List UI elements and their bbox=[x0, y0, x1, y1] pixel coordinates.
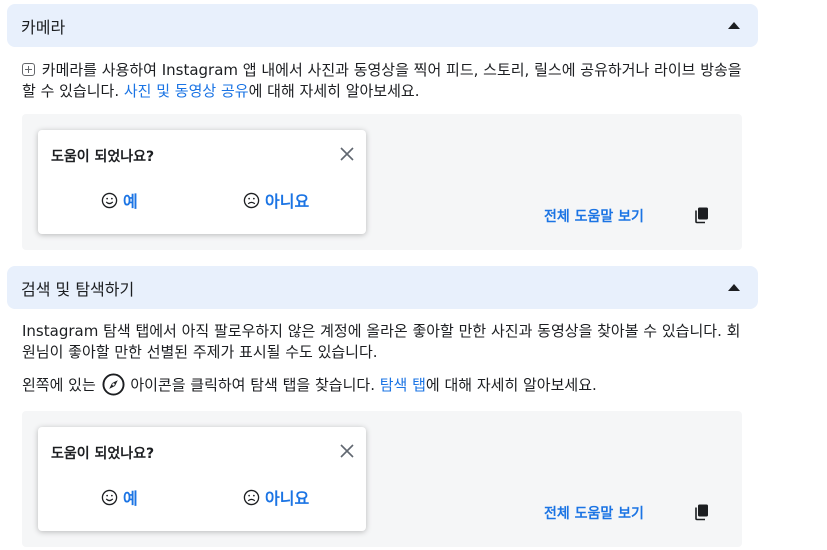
explore-tab-link[interactable]: 탐색 탭 bbox=[380, 376, 426, 394]
close-icon[interactable] bbox=[340, 147, 354, 161]
feedback-card: 도움이 되었나요? 예 아니요 bbox=[38, 427, 366, 531]
explore-instructions: 왼쪽에 있는 아이콘을 클릭하여 탐색 탭을 찾습니다. 탐색 탭에 대해 자세… bbox=[22, 373, 742, 396]
copy-icon[interactable] bbox=[693, 206, 711, 224]
feedback-card: 도움이 되었나요? 예 아니요 bbox=[38, 130, 366, 234]
smile-icon bbox=[101, 192, 118, 208]
frown-icon bbox=[243, 192, 260, 208]
feedback-area: 도움이 되었나요? 예 아니요 전체 도움말 보기 bbox=[22, 114, 742, 250]
photo-video-sharing-link[interactable]: 사진 및 동영상 공유 bbox=[124, 82, 249, 100]
feedback-question: 도움이 되었나요? bbox=[51, 446, 155, 462]
section-header-camera[interactable]: 카메라 bbox=[7, 4, 758, 47]
explore-text-prefix: 왼쪽에 있는 bbox=[22, 376, 101, 394]
feedback-area: 도움이 되었나요? 예 아니요 전체 도움말 보기 bbox=[22, 411, 742, 547]
see-all-help-link[interactable]: 전체 도움말 보기 bbox=[544, 206, 644, 226]
no-button[interactable]: 아니요 bbox=[243, 485, 309, 509]
plus-box-icon bbox=[22, 63, 35, 76]
section-title: 검색 및 탐색하기 bbox=[21, 279, 135, 299]
close-icon[interactable] bbox=[340, 444, 354, 458]
yes-label: 예 bbox=[123, 192, 138, 211]
copy-icon[interactable] bbox=[693, 503, 711, 521]
no-label: 아니요 bbox=[265, 192, 310, 211]
caret-up-icon[interactable] bbox=[728, 284, 740, 291]
see-all-help-link[interactable]: 전체 도움말 보기 bbox=[544, 503, 644, 523]
camera-description: 카메라를 사용하여 Instagram 앱 내에서 사진과 동영상을 찍어 피드… bbox=[22, 60, 742, 102]
explore-text-mid: 아이콘을 클릭하여 탐색 탭을 찾습니다. bbox=[125, 376, 380, 394]
section-title: 카메라 bbox=[21, 17, 66, 37]
caret-up-icon[interactable] bbox=[728, 22, 740, 29]
frown-icon bbox=[243, 489, 260, 505]
camera-text-suffix: 에 대해 자세히 알아보세요. bbox=[248, 82, 420, 100]
compass-icon bbox=[102, 373, 125, 396]
feedback-question: 도움이 되었나요? bbox=[51, 149, 155, 165]
no-button[interactable]: 아니요 bbox=[243, 188, 309, 212]
yes-label: 예 bbox=[123, 489, 138, 508]
yes-button[interactable]: 예 bbox=[101, 188, 138, 212]
explore-description: Instagram 탐색 탭에서 아직 팔로우하지 않은 계정에 올라온 좋아할… bbox=[22, 322, 741, 361]
smile-icon bbox=[101, 489, 118, 505]
section-header-search-explore[interactable]: 검색 및 탐색하기 bbox=[7, 266, 758, 309]
no-label: 아니요 bbox=[265, 489, 310, 508]
explore-text-suffix: 에 대해 자세히 알아보세요. bbox=[425, 376, 597, 394]
yes-button[interactable]: 예 bbox=[101, 485, 138, 509]
